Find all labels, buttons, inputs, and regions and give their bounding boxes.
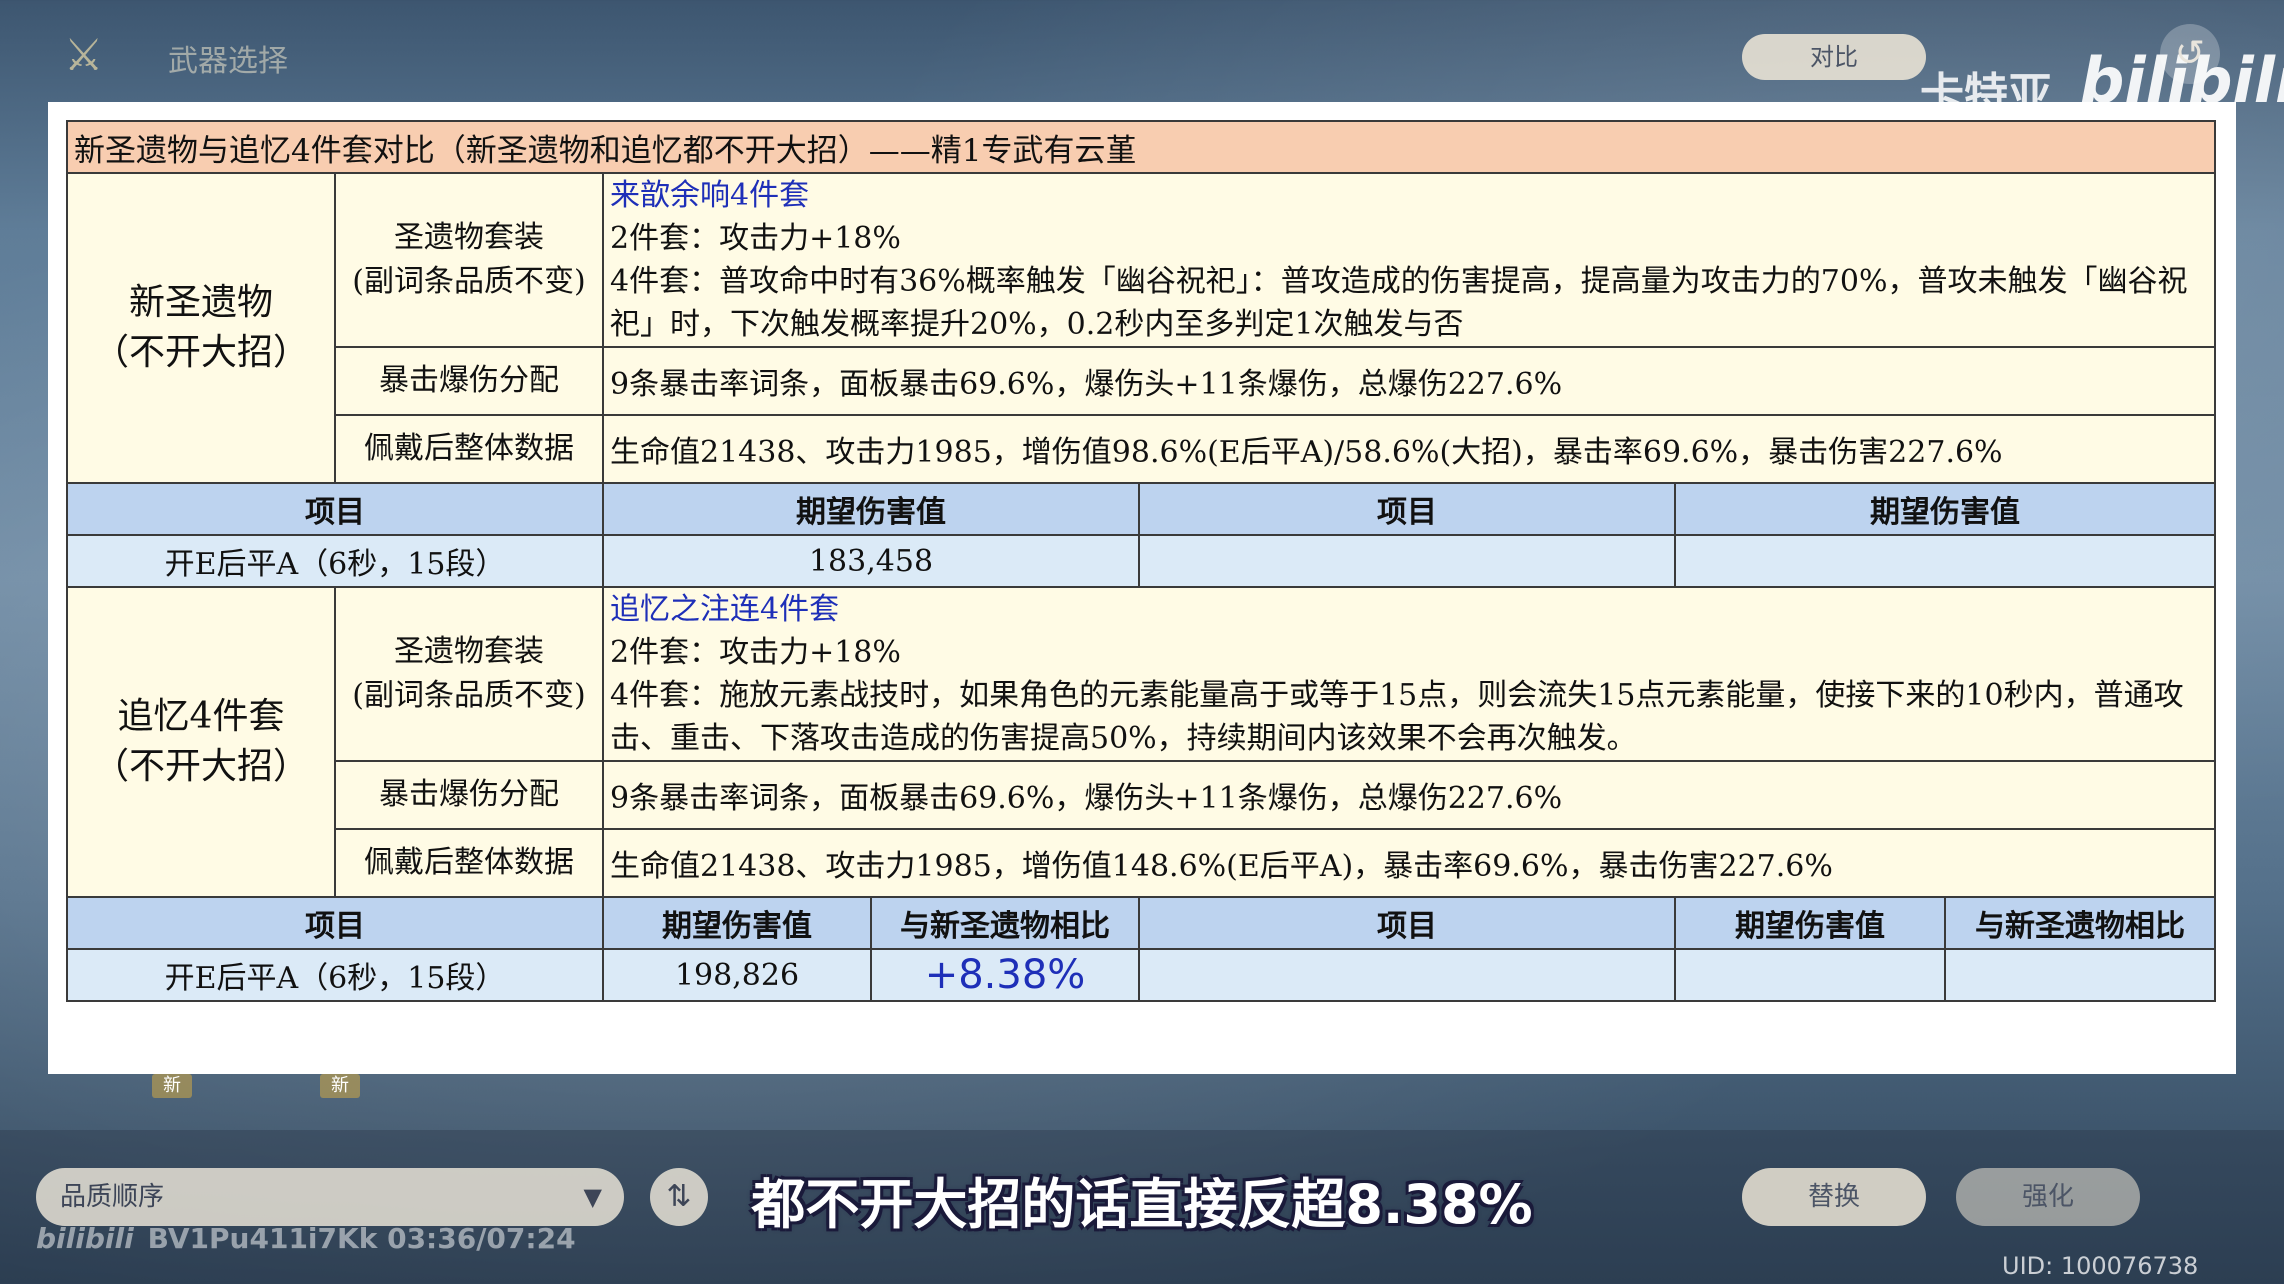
set-name: 来歆余响4件套 <box>610 178 810 213</box>
result-vs-new-2 <box>1943 948 2217 1002</box>
result-item-2 <box>1138 948 1676 1002</box>
screen-title: 武器选择 <box>168 44 288 79</box>
crit-value: 9条暴击率词条，面板暴击69.6%，爆伤头+11条爆伤，总爆伤227.6% <box>601 760 2217 830</box>
section-2-result-header: 项目 期望伤害值 与新圣遗物相比 项目 期望伤害值 与新圣遗物相比 <box>66 896 2217 950</box>
header-vs-new: 与新圣遗物相比 <box>870 896 1140 950</box>
section-2-result-row: 开E后平A（6秒，15段） 198,826 +8.38% <box>66 948 2217 1002</box>
stats-label: 佩戴后整体数据 <box>334 828 604 898</box>
set-4pc: 4件套：普攻命中时有36%概率触发「幽谷祝祀」：普攻造成的伤害提高，提高量为攻击… <box>610 264 2188 342</box>
new-tag: 新 <box>320 1074 360 1098</box>
set-2pc: 2件套：攻击力+18% <box>610 635 901 670</box>
section-1-result-header: 项目 期望伤害值 项目 期望伤害值 <box>66 482 2217 536</box>
header-expected-2: 期望伤害值 <box>1674 896 1946 950</box>
new-tag: 新 <box>152 1074 192 1098</box>
section-2-label-line2: （不开大招） <box>92 746 309 787</box>
crit-label: 暴击爆伤分配 <box>334 346 604 416</box>
table-title-row: 新圣遗物与追忆4件套对比（新圣遗物和追忆都不开大招）——精1专武有云堇 <box>65 120 2217 174</box>
comparison-panel: 新圣遗物与追忆4件套对比（新圣遗物和追忆都不开大招）——精1专武有云堇 新圣遗物… <box>48 102 2236 1074</box>
section-1-crit-row: 暴击爆伤分配 9条暴击率词条，面板暴击69.6%，爆伤头+11条爆伤，总爆伤22… <box>67 346 2217 416</box>
section-2-set-desc: 追忆之注连4件套 2件套：攻击力+18% 4件套：施放元素战技时，如果角色的元素… <box>601 586 2217 762</box>
crit-value: 9条暴击率词条，面板暴击69.6%，爆伤头+11条爆伤，总爆伤227.6% <box>601 346 2217 416</box>
header-item: 项目 <box>66 482 604 536</box>
header-item-2: 项目 <box>1138 896 1676 950</box>
comparison-table: 新圣遗物与追忆4件套对比（新圣遗物和追忆都不开大招）——精1专武有云堇 新圣遗物… <box>65 120 2217 1002</box>
set-label-line1: 圣遗物套装 <box>394 220 544 255</box>
bilibili-mark: bilibili <box>36 1222 134 1255</box>
result-expected: 183,458 <box>602 534 1140 588</box>
compare-button[interactable]: 对比 <box>1742 34 1926 80</box>
set-name: 追忆之注连4件套 <box>610 592 840 627</box>
section-2-set-row: 追忆4件套 （不开大招） 圣遗物套装 (副词条品质不变) 追忆之注连4件套 2件… <box>66 586 2217 898</box>
set-label-line2: (副词条品质不变) <box>352 264 586 299</box>
video-info: bilibili BV1Pu411i7Kk 03:36/07:24 <box>36 1222 576 1255</box>
header-expected-2: 期望伤害值 <box>1673 482 2217 536</box>
section-1-stats-row: 佩戴后整体数据 生命值21438、攻击力1985，增伤值98.6%(E后平A)/… <box>67 414 2217 484</box>
set-2pc: 2件套：攻击力+18% <box>610 221 901 256</box>
section-1-label-line2: （不开大招） <box>92 332 309 373</box>
section-1-set-desc: 来歆余响4件套 2件套：攻击力+18% 4件套：普攻命中时有36%概率触发「幽谷… <box>601 172 2217 348</box>
set-label-line2: (副词条品质不变) <box>352 678 586 713</box>
section-1-set-label: 圣遗物套装 (副词条品质不变) <box>334 172 604 348</box>
header-item: 项目 <box>66 896 604 950</box>
result-item: 开E后平A（6秒，15段） <box>66 948 604 1002</box>
section-1-label-line1: 新圣遗物 <box>128 282 273 323</box>
header-expected: 期望伤害值 <box>602 482 1140 536</box>
section-1-set-row: 新圣遗物 （不开大招） 圣遗物套装 (副词条品质不变) 来歆余响4件套 2件套：… <box>66 172 2217 484</box>
section-2-label-line1: 追忆4件套 <box>117 696 285 737</box>
result-expected-2 <box>1674 948 1946 1002</box>
header-item-2: 项目 <box>1138 482 1676 536</box>
header-vs-new-2: 与新圣遗物相比 <box>1943 896 2217 950</box>
percent-gain: +8.38% <box>924 952 1086 998</box>
inventory-strip: 新 新 <box>60 1074 680 1134</box>
result-expected: 198,826 <box>602 948 872 1002</box>
section-2-crit-row: 暴击爆伤分配 9条暴击率词条，面板暴击69.6%，爆伤头+11条爆伤，总爆伤22… <box>67 760 2217 830</box>
stats-value: 生命值21438、攻击力1985，增伤值98.6%(E后平A)/58.6%(大招… <box>601 414 2217 484</box>
section-2-stats-row: 佩戴后整体数据 生命值21438、攻击力1985，增伤值148.6%(E后平A)… <box>67 828 2217 898</box>
section-1-label: 新圣遗物 （不开大招） <box>66 172 336 484</box>
set-label-line1: 圣遗物套装 <box>394 634 544 669</box>
result-item-2 <box>1138 534 1676 588</box>
set-4pc: 4件套：施放元素战技时，如果角色的元素能量高于或等于15点，则会流失15点元素能… <box>610 678 2184 756</box>
crit-label: 暴击爆伤分配 <box>334 760 604 830</box>
result-vs-new: +8.38% <box>870 948 1140 1002</box>
video-id-time: BV1Pu411i7Kk 03:36/07:24 <box>147 1222 576 1255</box>
section-1-result-row: 开E后平A（6秒，15段） 183,458 <box>66 534 2217 588</box>
result-expected-2 <box>1673 534 2217 588</box>
table-title: 新圣遗物与追忆4件套对比（新圣遗物和追忆都不开大招）——精1专武有云堇 <box>65 120 2217 174</box>
section-2-set-label: 圣遗物套装 (副词条品质不变) <box>334 586 604 762</box>
back-icon[interactable]: ↺ <box>2160 24 2220 84</box>
section-2-label: 追忆4件套 （不开大招） <box>66 586 336 898</box>
uid-label: UID: 100076738 <box>2002 1252 2199 1280</box>
header-expected: 期望伤害值 <box>602 896 872 950</box>
stats-label: 佩戴后整体数据 <box>334 414 604 484</box>
result-item: 开E后平A（6秒，15段） <box>66 534 604 588</box>
sword-icon: ⚔ <box>64 30 104 81</box>
stats-value: 生命值21438、攻击力1985，增伤值148.6%(E后平A)，暴击率69.6… <box>601 828 2217 898</box>
